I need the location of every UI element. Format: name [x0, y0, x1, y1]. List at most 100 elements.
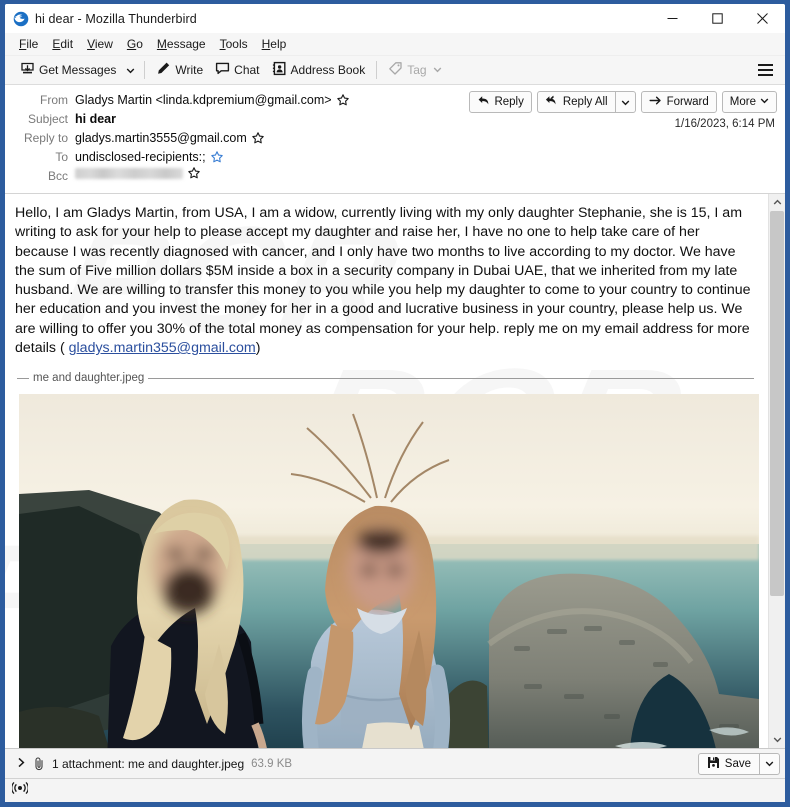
- from-label: From: [40, 93, 68, 107]
- save-button[interactable]: Save: [699, 754, 759, 774]
- reply-button[interactable]: Reply: [469, 91, 532, 113]
- menu-go[interactable]: Go: [120, 35, 150, 53]
- mail-paragraph-tail: ): [255, 340, 261, 357]
- pencil-icon: [156, 61, 171, 79]
- mail-body-text: Hello, I am Gladys Martin, from USA, I a…: [5, 194, 768, 358]
- toolbar-divider: [144, 61, 146, 79]
- mail-paragraph-text: Hello, I am Gladys Martin, from USA, I a…: [15, 205, 751, 357]
- bcc-value-group: [75, 167, 200, 179]
- star-icon[interactable]: [210, 151, 223, 163]
- tag-button[interactable]: Tag: [382, 58, 447, 82]
- header-row-replyto: Reply to gladys.martin3555@gmail.com: [11, 129, 779, 147]
- address-book-button[interactable]: Address Book: [266, 58, 372, 82]
- scrollbar-track[interactable]: [769, 211, 785, 731]
- reply-label: Reply: [494, 96, 524, 108]
- bcc-value-redacted: [75, 167, 183, 179]
- to-value[interactable]: undisclosed-recipients:;: [75, 148, 206, 166]
- menu-message[interactable]: Message: [150, 35, 213, 53]
- separator-line-left: [17, 377, 29, 379]
- tag-chevron-down-icon: [433, 63, 442, 77]
- forward-button[interactable]: Forward: [640, 91, 717, 113]
- thunderbird-window: hi dear - Mozilla Thunderbird FFileile E…: [0, 0, 790, 807]
- scrollbar-thumb[interactable]: [770, 211, 784, 596]
- mail-paragraph: Hello, I am Gladys Martin, from USA, I a…: [15, 204, 754, 358]
- menu-view[interactable]: View: [80, 35, 120, 53]
- star-icon[interactable]: [188, 167, 200, 179]
- paperclip-icon: [33, 756, 46, 771]
- message-header: From Gladys Martin <linda.kdpremium@gmai…: [5, 85, 785, 194]
- address-card-icon: [272, 61, 287, 79]
- maximize-button[interactable]: [695, 4, 740, 33]
- menu-help[interactable]: Help: [255, 35, 294, 53]
- get-messages-label: Get Messages: [39, 63, 117, 77]
- more-button[interactable]: More: [721, 91, 777, 113]
- to-value-group: undisclosed-recipients:;: [75, 148, 223, 166]
- chat-label: Chat: [234, 63, 260, 77]
- bcc-label: Bcc: [47, 169, 68, 183]
- app-menu-button[interactable]: [752, 60, 779, 80]
- subject-value: hi dear: [75, 112, 116, 126]
- sender-email-link[interactable]: gladys.martin355@gmail.com: [69, 340, 256, 356]
- attachment-label: 1 attachment: me and daughter.jpeg: [52, 756, 245, 771]
- replyto-value[interactable]: gladys.martin3555@gmail.com: [75, 129, 247, 147]
- tag-icon: [388, 61, 403, 79]
- chevron-down-icon: [760, 96, 769, 108]
- save-label: Save: [724, 757, 751, 770]
- more-label: More: [729, 96, 756, 108]
- reply-all-button[interactable]: Reply All: [538, 92, 615, 112]
- reply-all-arrow-icon: [545, 94, 559, 110]
- save-attachment-group: Save: [697, 752, 780, 775]
- close-button[interactable]: [740, 4, 785, 33]
- window-content: hi dear - Mozilla Thunderbird FFileile E…: [5, 4, 785, 802]
- menu-tools[interactable]: Tools: [213, 35, 255, 53]
- star-icon[interactable]: [252, 132, 264, 144]
- header-row-to: To undisclosed-recipients:;: [11, 148, 779, 166]
- photo-graphic: [19, 394, 759, 748]
- tag-label: Tag: [407, 63, 427, 77]
- from-value-group: Gladys Martin <linda.kdpremium@gmail.com…: [75, 91, 349, 109]
- inline-attachment-name: me and daughter.jpeg: [33, 372, 145, 385]
- chat-button[interactable]: Chat: [209, 58, 265, 82]
- vertical-scrollbar[interactable]: [768, 194, 785, 748]
- hamburger-menu-icon: [758, 64, 773, 66]
- forward-label: Forward: [666, 96, 709, 108]
- subject-label: Subject: [27, 112, 68, 126]
- status-bar: [5, 778, 785, 802]
- reply-arrow-icon: [477, 94, 490, 110]
- menu-edit[interactable]: Edit: [45, 35, 80, 53]
- reply-all-dropdown[interactable]: [616, 92, 635, 112]
- main-toolbar: Get Messages Write Chat Address Book Tag: [5, 56, 785, 85]
- message-body-scroll: PCR PCR PCR Hello, I am Gladys Martin, f…: [5, 194, 768, 748]
- connection-broadcast-icon[interactable]: [11, 781, 29, 800]
- toolbar-divider-2: [376, 61, 378, 79]
- window-title: hi dear - Mozilla Thunderbird: [35, 11, 197, 26]
- reply-all-group: Reply All: [536, 91, 636, 113]
- star-icon[interactable]: [336, 94, 349, 106]
- attachment-size: 63.9 KB: [251, 757, 293, 770]
- attachment-expand-toggle[interactable]: [11, 753, 31, 775]
- inline-image-attachment[interactable]: [19, 394, 759, 748]
- inbox-download-icon: [20, 61, 35, 79]
- scroll-down-button[interactable]: [769, 731, 785, 748]
- write-button[interactable]: Write: [150, 58, 209, 82]
- title-bar: hi dear - Mozilla Thunderbird: [5, 4, 785, 33]
- reply-all-label: Reply All: [562, 96, 608, 108]
- replyto-value-group: gladys.martin3555@gmail.com: [75, 129, 264, 147]
- message-actions: Reply Reply All Forward More: [469, 91, 777, 113]
- message-body-pane: PCR PCR PCR Hello, I am Gladys Martin, f…: [5, 194, 785, 748]
- save-dropdown[interactable]: [760, 754, 779, 774]
- write-label: Write: [175, 63, 204, 77]
- address-book-label: Address Book: [290, 63, 366, 77]
- to-label: To: [55, 150, 68, 164]
- menu-bar: FFileile Edit View Go Message Tools Help: [5, 33, 785, 56]
- inline-attachment-separator: me and daughter.jpeg: [17, 372, 754, 384]
- chevron-right-icon: [16, 755, 26, 773]
- get-messages-button[interactable]: Get Messages: [14, 58, 122, 82]
- minimize-button[interactable]: [650, 4, 695, 33]
- menu-file[interactable]: FFileile: [12, 35, 45, 53]
- scroll-up-button[interactable]: [769, 194, 785, 211]
- attachment-bar: 1 attachment: me and daughter.jpeg 63.9 …: [5, 748, 785, 778]
- get-messages-dropdown[interactable]: [122, 63, 139, 78]
- from-value[interactable]: Gladys Martin <linda.kdpremium@gmail.com…: [75, 91, 332, 109]
- message-date: 1/16/2023, 6:14 PM: [674, 118, 775, 130]
